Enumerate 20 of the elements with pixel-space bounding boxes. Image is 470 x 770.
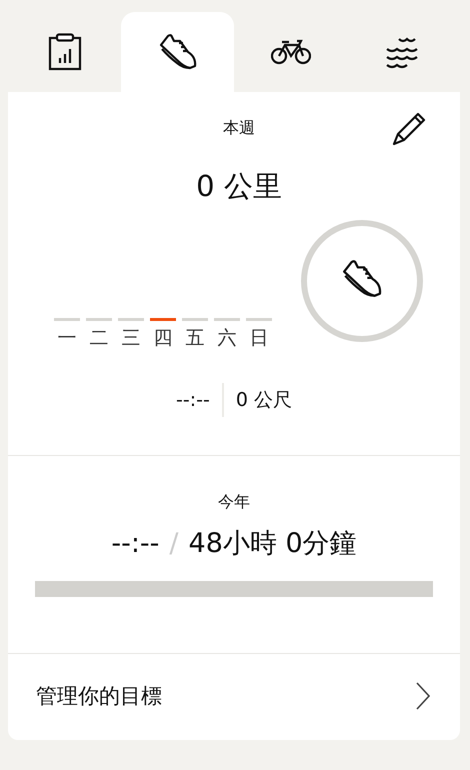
weekday-label: 四 xyxy=(154,326,172,351)
year-time-goal: 48小時 0分鐘 xyxy=(188,527,357,561)
weekly-time: --:-- xyxy=(176,389,210,411)
weekday-label: 五 xyxy=(186,326,204,351)
manage-goals-link[interactable]: 管理你的目標 xyxy=(8,654,460,740)
weekday-label: 一 xyxy=(58,326,76,351)
weekday-label: 二 xyxy=(90,326,108,351)
weekday-label: 六 xyxy=(218,326,236,351)
weekly-distance: 0 公里 xyxy=(195,168,283,205)
clipboard-chart-icon xyxy=(48,33,82,71)
week-title: 本週 xyxy=(223,118,255,139)
weekly-meters: 0 公尺 xyxy=(236,388,292,413)
chevron-right-icon xyxy=(416,682,430,710)
sport-tab[interactable] xyxy=(121,12,234,92)
year-time-done: --:-- xyxy=(111,528,160,559)
bicycle-icon xyxy=(270,38,310,66)
separator: / xyxy=(169,528,179,559)
weekday-label: 三 xyxy=(122,326,140,351)
weekday-label: 日 xyxy=(250,326,268,351)
year-title: 今年 xyxy=(217,492,251,513)
